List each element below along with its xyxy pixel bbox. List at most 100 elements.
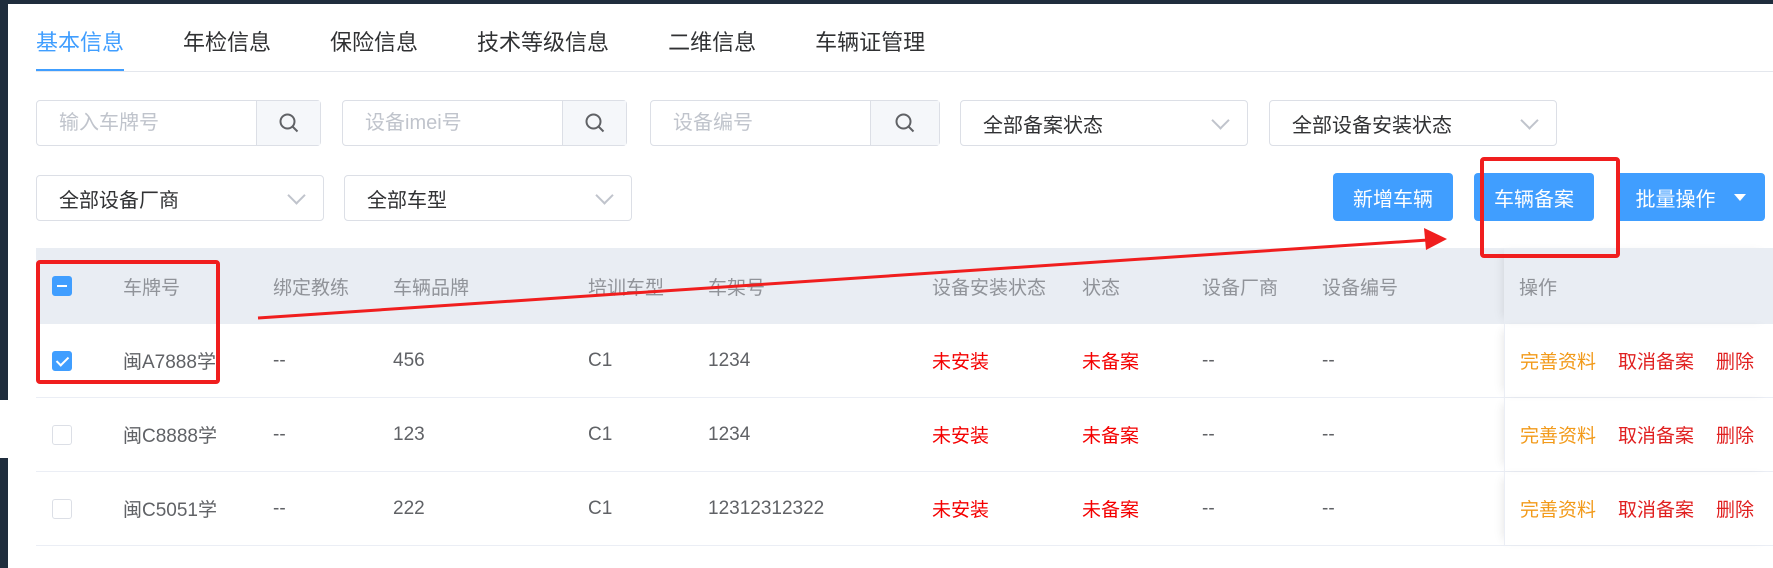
table-row: 闽A7888学 -- 456 C1 1234 未安装 未备案 -- -- 完善资…: [36, 324, 1773, 398]
row-actions-inner: 完善资料 取消备案 删除: [1520, 398, 1773, 471]
row-actions: 完善资料 取消备案 删除: [1504, 472, 1773, 545]
tab-annual-inspection[interactable]: 年检信息: [183, 0, 271, 72]
row-select-cell: [52, 398, 72, 471]
cell-install-status: 未安装: [932, 426, 990, 447]
cell-coach: --: [273, 423, 286, 445]
row-actions-inner: 完善资料 取消备案 删除: [1520, 324, 1773, 397]
plate-search-button[interactable]: [256, 101, 320, 145]
delete-link[interactable]: 删除: [1716, 421, 1754, 448]
header-device-no: 设备编号: [1322, 277, 1399, 299]
delete-link[interactable]: 删除: [1716, 347, 1754, 374]
header-manufacturer: 设备厂商: [1202, 277, 1279, 299]
annotation-box-selected-row: [36, 260, 220, 384]
chevron-down-icon: [1520, 110, 1539, 130]
complete-info-link[interactable]: 完善资料: [1520, 495, 1596, 522]
table-header: 车牌号 绑定教练 车辆品牌 培训车型 车架号 设备安装状态 状态 设备厂商 设备…: [36, 248, 1773, 324]
cell-install-status: 未安装: [932, 352, 990, 373]
batch-operations-label: 批量操作: [1635, 188, 1716, 211]
cancel-record-link[interactable]: 取消备案: [1618, 347, 1694, 374]
cancel-record-link[interactable]: 取消备案: [1618, 421, 1694, 448]
cell-status: 未备案: [1082, 500, 1140, 521]
tab-divider: [36, 71, 1773, 72]
header-status: 状态: [1082, 277, 1121, 299]
cell-coach: --: [273, 349, 286, 371]
tab-basic-info[interactable]: 基本信息: [36, 0, 125, 72]
caret-down-icon: [1733, 193, 1746, 201]
header-frame-no: 车架号: [708, 277, 766, 299]
row-actions-inner: 完善资料 取消备案 删除: [1520, 472, 1773, 545]
cell-manufacturer: --: [1202, 349, 1215, 371]
row-select-cell: [52, 472, 72, 545]
chevron-down-icon: [287, 185, 306, 205]
search-icon: [895, 113, 915, 133]
header-actions: 操作: [1519, 277, 1558, 299]
search-icon: [279, 113, 298, 133]
manufacturer-select[interactable]: 全部设备厂商: [36, 175, 324, 221]
window-left-edge-lower: [0, 458, 8, 568]
cell-device-no: --: [1322, 423, 1335, 445]
chevron-down-icon: [595, 185, 614, 205]
cell-brand: 222: [393, 497, 425, 519]
cell-plate: 闽C5051学: [123, 500, 217, 521]
tab-bar: 基本信息 年检信息 保险信息 技术等级信息 二维信息 车辆证管理: [36, 0, 984, 72]
device-no-search: [650, 100, 940, 146]
cell-manufacturer: --: [1202, 497, 1215, 519]
chevron-down-icon: [1211, 110, 1230, 130]
tab-tech-level[interactable]: 技术等级信息: [477, 0, 609, 72]
vehicle-table: 车牌号 绑定教练 车辆品牌 培训车型 车架号 设备安装状态 状态 设备厂商 设备…: [36, 248, 1773, 546]
add-vehicle-button[interactable]: 新增车辆: [1333, 173, 1453, 221]
table-row: 闽C8888学 -- 123 C1 1234 未安装 未备案 -- -- 完善资…: [36, 398, 1773, 472]
batch-operations-button[interactable]: 批量操作: [1616, 173, 1765, 221]
row-actions: 完善资料 取消备案 删除: [1504, 324, 1773, 397]
header-brand: 车辆品牌: [393, 277, 470, 299]
delete-link[interactable]: 删除: [1716, 495, 1754, 522]
cell-manufacturer: --: [1202, 423, 1215, 445]
cell-plate: 闽C8888学: [123, 426, 217, 447]
plate-search-input[interactable]: [37, 101, 256, 145]
cell-install-status: 未安装: [932, 500, 990, 521]
cell-frame-no: 12312312322: [708, 497, 825, 519]
row-checkbox[interactable]: [52, 424, 72, 445]
vehicle-type-select[interactable]: 全部车型: [344, 175, 632, 221]
row-checkbox[interactable]: [52, 498, 72, 519]
cell-brand: 456: [393, 349, 425, 371]
row-actions: 完善资料 取消备案 删除: [1504, 398, 1773, 471]
record-status-select[interactable]: 全部备案状态: [960, 100, 1248, 146]
tab-qrcode[interactable]: 二维信息: [668, 0, 756, 72]
header-coach: 绑定教练: [273, 277, 350, 299]
tab-vehicle-license[interactable]: 车辆证管理: [815, 0, 925, 72]
annotation-box-record-button: [1480, 157, 1620, 258]
imei-search: [342, 100, 627, 146]
header-train-type: 培训车型: [588, 277, 665, 299]
window-left-edge: [0, 0, 8, 400]
cell-status: 未备案: [1082, 426, 1140, 447]
cell-train-type: C1: [588, 497, 613, 519]
search-icon: [585, 113, 604, 133]
device-no-search-input[interactable]: [651, 101, 870, 145]
install-status-value: 全部设备安装状态: [1292, 114, 1452, 137]
cell-coach: --: [273, 497, 286, 519]
install-status-select[interactable]: 全部设备安装状态: [1269, 100, 1557, 146]
complete-info-link[interactable]: 完善资料: [1520, 347, 1596, 374]
table-row: 闽C5051学 -- 222 C1 12312312322 未安装 未备案 --…: [36, 472, 1773, 546]
cell-frame-no: 1234: [708, 423, 751, 445]
cell-train-type: C1: [588, 423, 613, 445]
record-status-value: 全部备案状态: [983, 114, 1103, 137]
header-install-status: 设备安装状态: [932, 277, 1047, 299]
cell-frame-no: 1234: [708, 349, 751, 371]
complete-info-link[interactable]: 完善资料: [1520, 421, 1596, 448]
tab-insurance[interactable]: 保险信息: [330, 0, 418, 72]
cell-status: 未备案: [1082, 352, 1140, 373]
cancel-record-link[interactable]: 取消备案: [1618, 495, 1694, 522]
device-no-search-button[interactable]: [870, 101, 939, 145]
plate-search: [36, 100, 321, 146]
imei-search-button[interactable]: [562, 101, 626, 145]
vehicle-type-value: 全部车型: [367, 189, 447, 212]
cell-brand: 123: [393, 423, 425, 445]
cell-train-type: C1: [588, 349, 613, 371]
cell-device-no: --: [1322, 349, 1335, 371]
imei-search-input[interactable]: [343, 101, 562, 145]
header-actions-col: 操作: [1504, 248, 1773, 324]
manufacturer-value: 全部设备厂商: [59, 189, 179, 212]
add-vehicle-label: 新增车辆: [1353, 188, 1433, 211]
